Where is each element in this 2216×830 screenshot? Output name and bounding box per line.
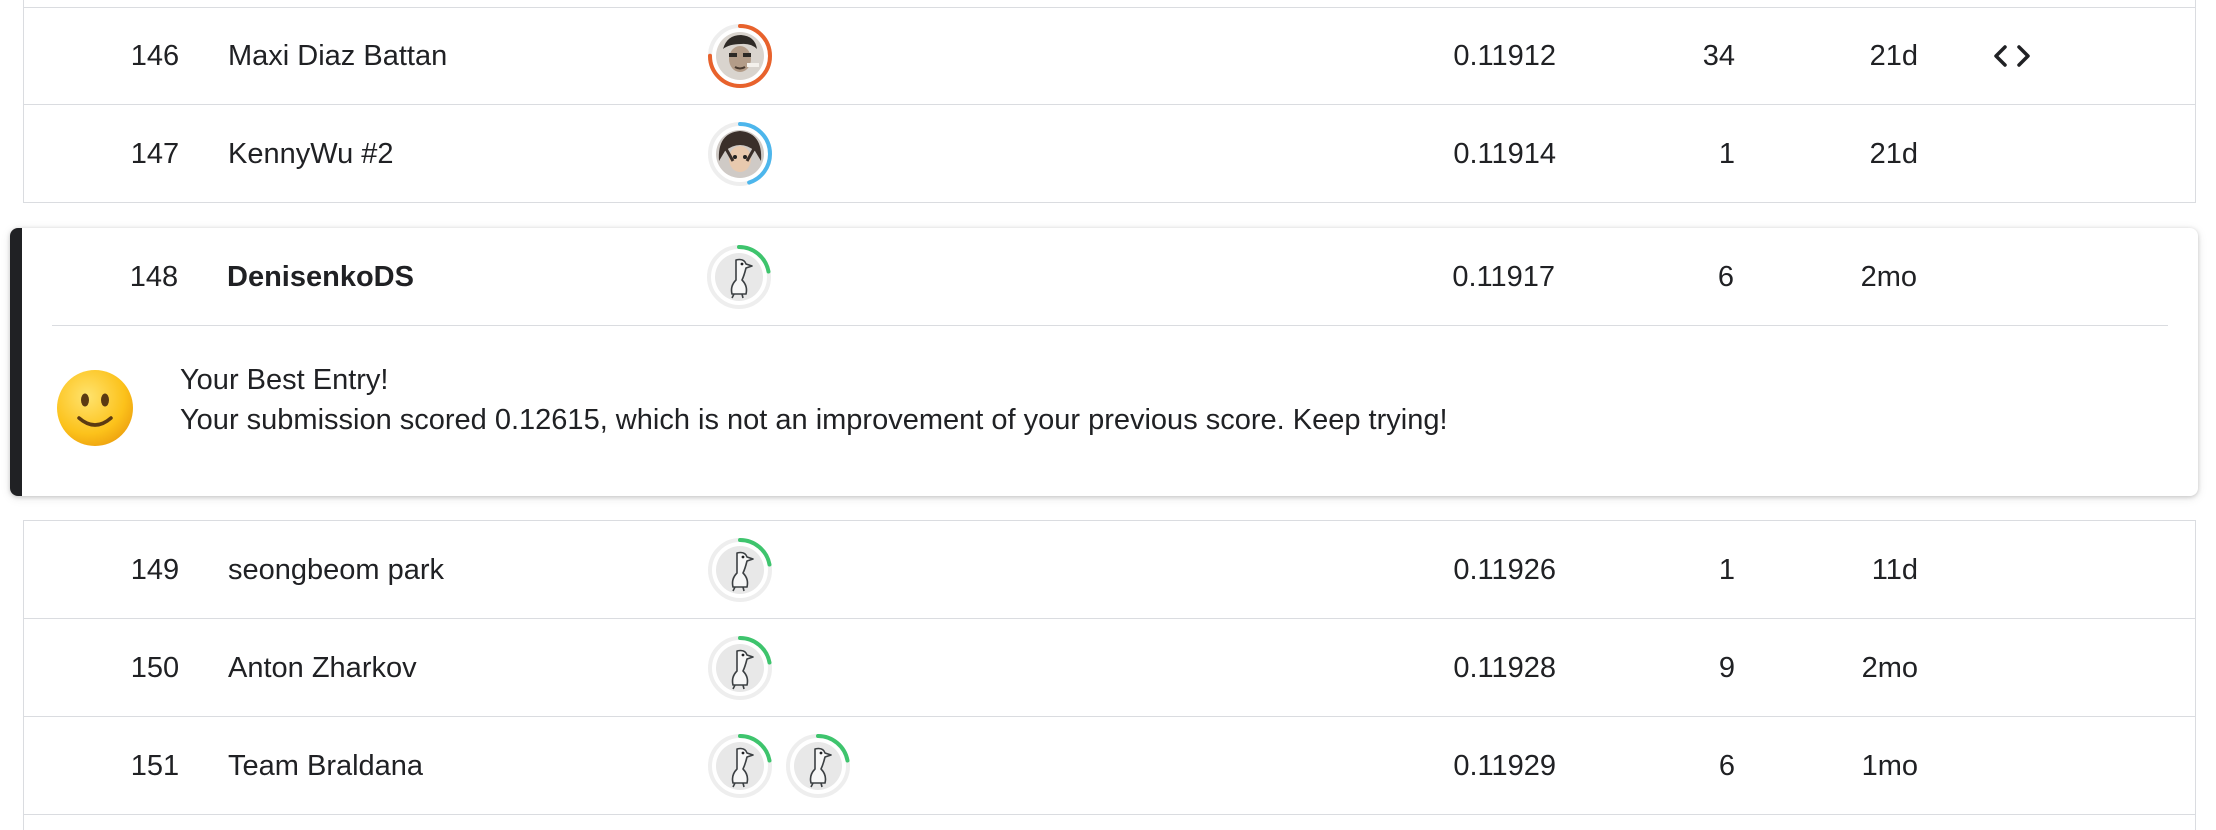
leaderboard-row[interactable]: 150 Anton Zharkov 0.11928 9 2mo — [24, 619, 2195, 717]
team-members — [707, 7, 773, 105]
leaderboard-row[interactable]: 149 seongbeom park 0.11926 1 11d — [24, 521, 2195, 619]
last-submission-cell: 1mo — [1861, 749, 1918, 782]
rank-cell: 148 — [129, 260, 179, 293]
team-members — [706, 228, 772, 326]
score-cell: 0.11917 — [1452, 260, 1555, 293]
team-name[interactable]: Maxi Diaz Battan — [228, 7, 447, 105]
entries-cell: 9 — [1718, 651, 1735, 684]
avatar[interactable] — [707, 23, 773, 89]
avatar[interactable] — [707, 537, 773, 603]
last-submission-cell: 2mo — [1860, 260, 1917, 293]
entries-cell: 1 — [1718, 553, 1735, 586]
submission-feedback: Your Best Entry! Your submission scored … — [10, 326, 2198, 496]
team-name[interactable]: Anton Zharkov — [228, 619, 417, 717]
last-submission-cell: 21d — [1869, 39, 1918, 72]
avatar[interactable] — [707, 733, 773, 799]
score-cell: 0.11912 — [1453, 39, 1556, 72]
last-submission-cell: 11d — [1871, 553, 1918, 586]
row-divider — [24, 814, 2195, 815]
avatar[interactable] — [707, 121, 773, 187]
entries-cell: 6 — [1718, 749, 1735, 782]
avatar[interactable] — [707, 635, 773, 701]
score-cell: 0.11929 — [1453, 749, 1556, 782]
entries-cell: 6 — [1717, 260, 1734, 293]
rank-cell: 149 — [130, 553, 180, 586]
score-cell: 0.11926 — [1453, 553, 1556, 586]
leaderboard-row-own[interactable]: 148 DenisenkoDS 0.11917 6 2mo — [23, 228, 2198, 326]
leaderboard-table-bottom: 149 seongbeom park 0.11926 1 11d 150 Anton Zha… — [23, 520, 2196, 830]
leaderboard-row[interactable]: 147 KennyWu #2 0.11914 1 21d — [24, 105, 2195, 203]
your-team-row-highlight: 148 DenisenkoDS 0.11917 6 2mo Your Best … — [10, 228, 2198, 496]
avatar[interactable] — [785, 733, 851, 799]
last-submission-cell: 2mo — [1861, 651, 1918, 684]
entries-cell: 1 — [1718, 137, 1735, 170]
feedback-message: Your submission scored 0.12615, which is… — [180, 404, 1448, 436]
team-name[interactable]: seongbeom park — [228, 521, 444, 619]
avatar[interactable] — [706, 244, 772, 310]
code-brackets-icon[interactable] — [1982, 7, 2042, 105]
feedback-title: Your Best Entry! — [180, 364, 389, 396]
leaderboard-row[interactable]: 151 Team Braldana 0.11929 6 1mo — [24, 717, 2195, 815]
score-cell: 0.11928 — [1453, 651, 1556, 684]
team-members — [707, 105, 773, 203]
leaderboard-table-top: 146 Maxi Diaz Battan 0.11912 34 21d 147 KennyW… — [23, 0, 2196, 203]
rank-cell: 146 — [130, 39, 180, 72]
score-cell: 0.11914 — [1453, 137, 1556, 170]
team-members — [707, 521, 773, 619]
entries-cell: 34 — [1702, 39, 1735, 72]
team-name[interactable]: KennyWu #2 — [228, 105, 394, 203]
team-name[interactable]: DenisenkoDS — [227, 228, 414, 326]
leaderboard-row[interactable]: 146 Maxi Diaz Battan 0.11912 34 21d — [24, 7, 2195, 105]
team-members — [707, 717, 851, 815]
rank-cell: 150 — [130, 651, 180, 684]
team-name[interactable]: Team Braldana — [228, 717, 423, 815]
smiley-face-icon — [55, 368, 135, 448]
rank-cell: 151 — [130, 749, 180, 782]
team-members — [707, 619, 773, 717]
rank-cell: 147 — [130, 137, 180, 170]
last-submission-cell: 21d — [1869, 137, 1918, 170]
